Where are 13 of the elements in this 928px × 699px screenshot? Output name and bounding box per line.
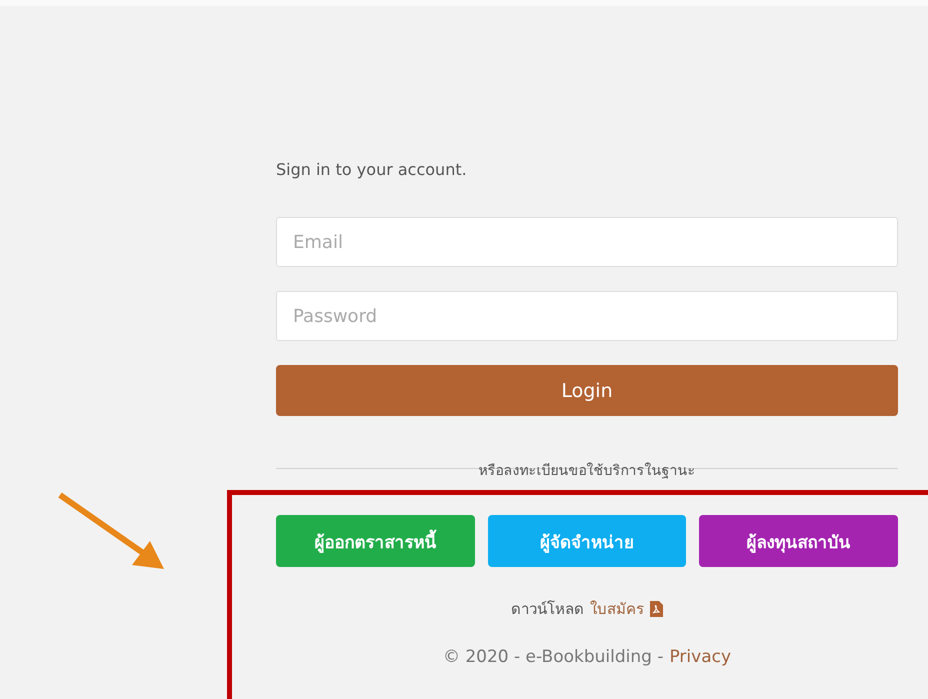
register-role-button[interactable]: ผู้จัดจำหน่าย (488, 515, 686, 567)
privacy-link[interactable]: Privacy (669, 647, 732, 667)
download-text: ดาวน์โหลด (511, 599, 584, 620)
register-role-button[interactable]: ผู้ออกตราสารหนี้ (276, 515, 475, 567)
register-caption: หรือลงทะเบียนขอใช้บริการในฐานะ (478, 462, 696, 481)
copyright-text: © 2020 - e-Bookbuilding - (442, 647, 664, 667)
login-button[interactable]: Login (276, 365, 898, 416)
password-field[interactable]: Password (276, 291, 898, 341)
application-form-link[interactable]: ใบสมัคร (590, 597, 644, 621)
pdf-file-icon[interactable] (650, 601, 663, 617)
email-field[interactable]: Email (276, 217, 898, 267)
sign-in-heading: Sign in to your account. (276, 160, 467, 179)
register-role-button[interactable]: ผู้ลงทุนสถาบัน (699, 515, 898, 567)
